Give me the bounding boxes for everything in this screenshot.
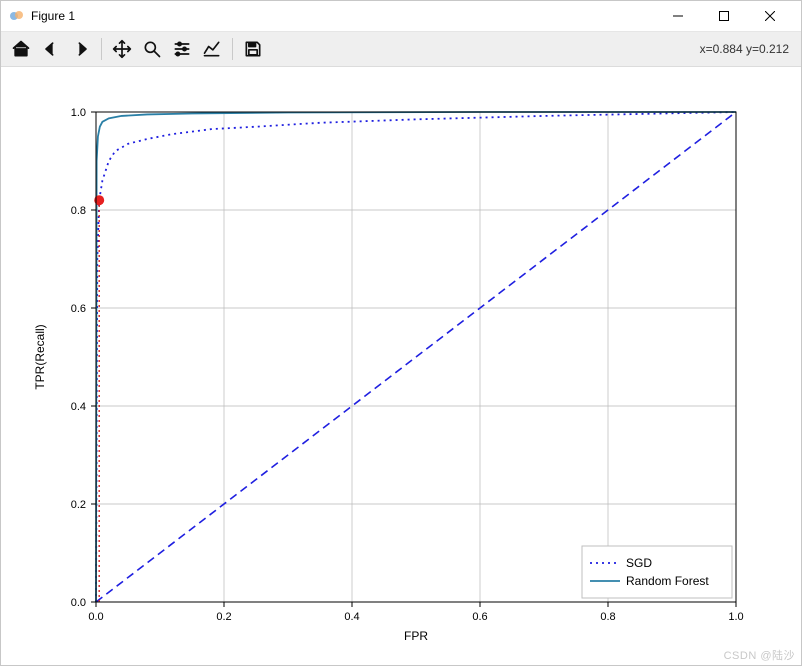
y-tick-label: 0.4 (71, 401, 86, 413)
minimize-button[interactable] (655, 1, 701, 31)
home-button[interactable] (7, 35, 35, 63)
reference-diagonal (96, 112, 736, 602)
roc-chart: 0.0 0.2 0.4 0.6 0.8 1.0 0.0 0.2 0.4 0.6 0.8 1.0 FPR T… (1, 67, 801, 666)
legend-entry: Random Forest (626, 574, 709, 588)
toolbar-separator (101, 38, 102, 60)
x-tick-label: 0.2 (216, 611, 231, 623)
plot-canvas[interactable]: 0.0 0.2 0.4 0.6 0.8 1.0 0.0 0.2 0.4 0.6 0.8 1.0 FPR T… (1, 67, 801, 665)
x-tick-label: 0.0 (88, 611, 103, 623)
y-tick-label: 0.2 (71, 499, 86, 511)
window-title: Figure 1 (31, 9, 75, 23)
y-tick-label: 1.0 (71, 107, 86, 119)
legend-entry: SGD (626, 556, 652, 570)
forward-button[interactable] (67, 35, 95, 63)
zoom-button[interactable] (138, 35, 166, 63)
edit-axes-button[interactable] (198, 35, 226, 63)
x-tick-label: 0.8 (600, 611, 615, 623)
matplotlib-toolbar: x=0.884 y=0.212 (1, 32, 801, 67)
x-axis-label: FPR (404, 629, 428, 643)
y-tick-label: 0.8 (71, 205, 86, 217)
y-axis-label: TPR(Recall) (33, 324, 47, 389)
configure-subplots-button[interactable] (168, 35, 196, 63)
y-tick-label: 0.0 (71, 597, 86, 609)
x-tick-label: 0.4 (344, 611, 359, 623)
toolbar-separator (232, 38, 233, 60)
title-bar[interactable]: Figure 1 (1, 1, 801, 32)
app-icon (9, 8, 25, 24)
pan-button[interactable] (108, 35, 136, 63)
x-tick-label: 0.6 (472, 611, 487, 623)
maximize-button[interactable] (701, 1, 747, 31)
cursor-coordinates: x=0.884 y=0.212 (700, 42, 795, 56)
legend (582, 546, 732, 598)
figure-window: Figure 1 (0, 0, 802, 666)
save-button[interactable] (239, 35, 267, 63)
close-button[interactable] (747, 1, 793, 31)
x-tick-label: 1.0 (728, 611, 743, 623)
back-button[interactable] (37, 35, 65, 63)
y-tick-label: 0.6 (71, 303, 86, 315)
